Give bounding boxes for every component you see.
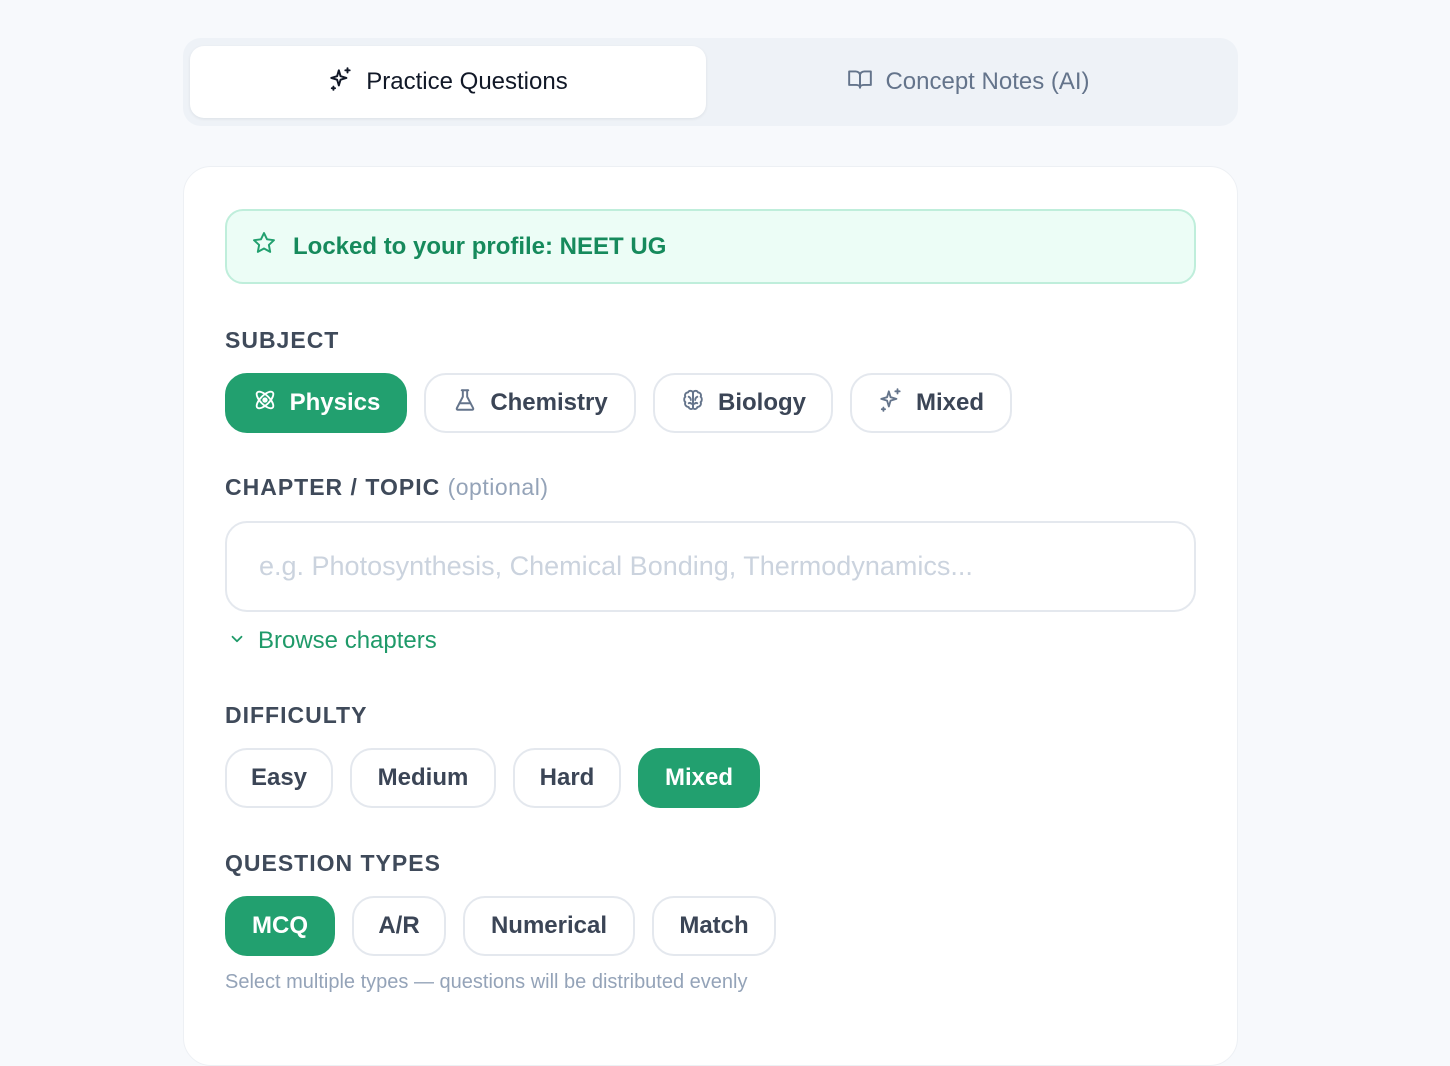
tab-label: Practice Questions xyxy=(366,68,568,95)
question-type-options: MCQ A/R Numerical Match xyxy=(225,896,776,956)
sparkles-icon xyxy=(328,66,354,99)
chip-label: Hard xyxy=(539,764,595,791)
question-type-match[interactable]: Match xyxy=(652,896,776,956)
chip-label: Medium xyxy=(377,764,469,791)
difficulty-medium[interactable]: Medium xyxy=(350,748,496,808)
chip-label: Easy xyxy=(250,764,308,791)
flask-icon xyxy=(452,387,478,420)
optional-note: (optional) xyxy=(447,474,549,500)
question-types-hint: Select multiple types — questions will b… xyxy=(225,971,748,993)
star-icon xyxy=(251,230,277,263)
difficulty-hard[interactable]: Hard xyxy=(513,748,621,808)
tab-practice-questions[interactable]: Practice Questions xyxy=(190,46,706,118)
chevron-down-icon xyxy=(228,627,246,655)
chapter-label: CHAPTER / TOPIC (optional) xyxy=(225,474,549,501)
question-type-mcq[interactable]: MCQ xyxy=(225,896,335,956)
mode-tabs: Practice Questions Concept Notes (AI) xyxy=(183,38,1238,126)
banner-text: Locked to your profile: NEET UG xyxy=(293,232,667,260)
question-generator-card: Locked to your profile: NEET UG SUBJECT … xyxy=(183,166,1238,1066)
difficulty-label: DIFFICULTY xyxy=(225,702,368,728)
book-open-icon xyxy=(847,66,873,99)
subject-biology[interactable]: Biology xyxy=(653,373,833,433)
chip-label: Physics xyxy=(289,389,381,416)
tab-label: Concept Notes (AI) xyxy=(885,68,1090,95)
subject-physics[interactable]: Physics xyxy=(225,373,407,433)
subject-label: SUBJECT xyxy=(225,327,340,353)
chip-label: Mixed xyxy=(915,389,984,416)
chip-label: MCQ xyxy=(252,912,308,939)
brain-icon xyxy=(680,387,706,420)
profile-lock-banner: Locked to your profile: NEET UG xyxy=(225,209,1196,284)
chip-label: Numerical xyxy=(490,912,608,939)
subject-mixed[interactable]: Mixed xyxy=(850,373,1012,433)
chapter-label-text: CHAPTER / TOPIC xyxy=(225,474,441,500)
chip-label: Chemistry xyxy=(490,389,608,416)
browse-chapters-toggle[interactable]: Browse chapters xyxy=(228,627,437,655)
question-types-label: QUESTION TYPES xyxy=(225,850,441,876)
atom-icon xyxy=(252,387,278,420)
chip-label: Mixed xyxy=(664,764,733,791)
chapter-topic-input[interactable] xyxy=(225,521,1196,612)
question-type-numerical[interactable]: Numerical xyxy=(463,896,635,956)
difficulty-easy[interactable]: Easy xyxy=(225,748,333,808)
tab-concept-notes[interactable]: Concept Notes (AI) xyxy=(706,46,1231,118)
chip-label: Biology xyxy=(718,389,806,416)
sparkles-icon xyxy=(878,387,904,420)
difficulty-options: Easy Medium Hard Mixed xyxy=(225,748,760,808)
chip-label: Match xyxy=(679,912,749,939)
question-type-ar[interactable]: A/R xyxy=(352,896,446,956)
difficulty-mixed[interactable]: Mixed xyxy=(638,748,760,808)
browse-chapters-label: Browse chapters xyxy=(258,627,437,654)
chip-label: A/R xyxy=(378,912,420,939)
subject-options: Physics Chemistry Biology Mixed xyxy=(225,373,1012,433)
subject-chemistry[interactable]: Chemistry xyxy=(424,373,636,433)
